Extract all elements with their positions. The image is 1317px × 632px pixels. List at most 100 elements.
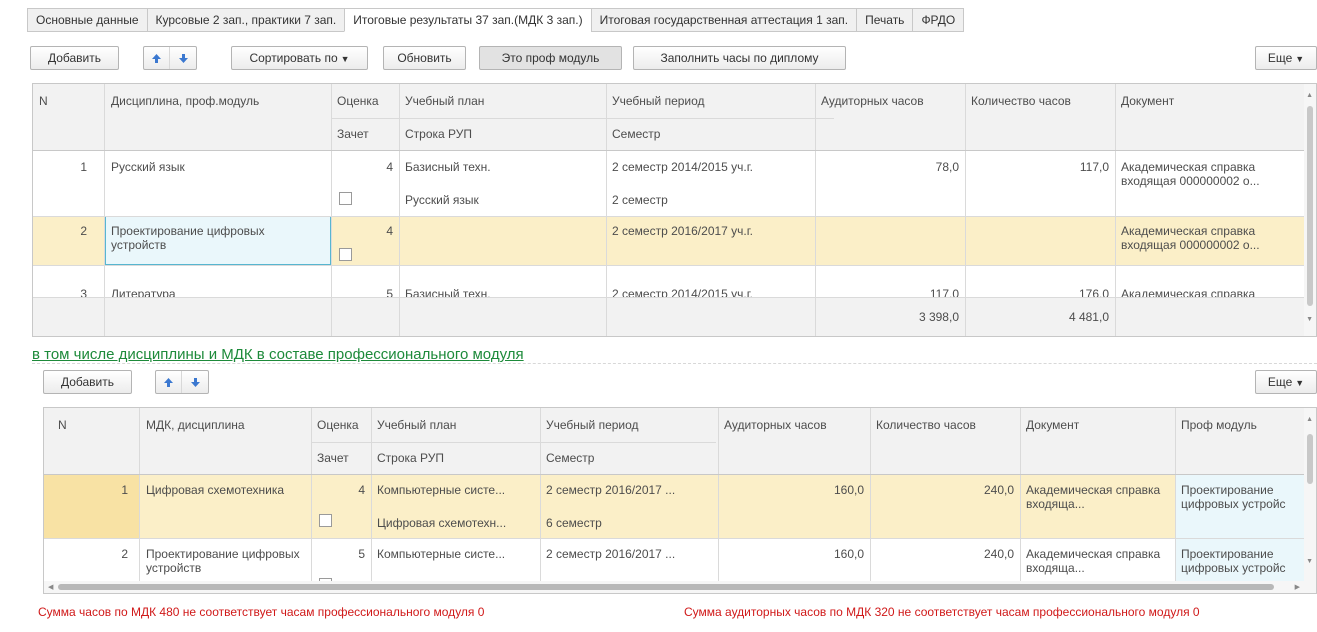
scroll-up-icon[interactable]: ▲ (1306, 416, 1313, 423)
discipline-cell[interactable]: Русский язык (105, 160, 191, 174)
col-header-plan[interactable]: Учебный план (399, 94, 490, 108)
plan-cell[interactable]: Компьютерные систе... (371, 547, 511, 561)
module-cell[interactable]: Проектирование цифровых устройс (1175, 547, 1305, 575)
move-down-button[interactable] (182, 371, 208, 393)
row-number[interactable]: 1 (44, 483, 134, 497)
period-cell[interactable]: 2 семестр 2014/2015 уч.г. (606, 287, 759, 297)
hours-cell[interactable]: 240,0 (870, 483, 1020, 497)
col-header-plan-row[interactable]: Строка РУП (399, 127, 478, 141)
plan-cell[interactable]: Базисный техн. (399, 287, 497, 297)
more-button-mdk[interactable]: Еще ▼ (1255, 370, 1317, 394)
period-cell[interactable]: 2 семестр 2016/2017 уч.г. (606, 224, 759, 238)
credit-checkbox[interactable] (339, 192, 352, 205)
prof-module-toggle[interactable]: Это проф модуль (479, 46, 622, 70)
sort-dropdown[interactable]: Сортировать по ▼ (231, 46, 368, 70)
mdk-cell[interactable]: Цифровая схемотехника (140, 483, 310, 497)
col-header-n[interactable]: N (52, 418, 73, 432)
tab-print[interactable]: Печать (856, 8, 913, 32)
tab-final-results[interactable]: Итоговые результаты 37 зап.(МДК 3 зап.) (344, 8, 591, 32)
semester-cell[interactable]: 2 семестр (606, 193, 674, 207)
col-header-hours[interactable]: Количество часов (965, 94, 1077, 108)
row-number[interactable]: 1 (33, 160, 93, 174)
hours-cell[interactable]: 117,0 (965, 160, 1115, 174)
refresh-button[interactable]: Обновить (383, 46, 466, 70)
scrollbar-thumb[interactable] (58, 584, 1274, 590)
col-header-module[interactable]: Проф модуль (1175, 418, 1263, 432)
col-header-semester[interactable]: Семестр (540, 451, 600, 465)
aud-hours-cell[interactable]: 160,0 (718, 547, 870, 561)
document-cell[interactable]: Академическая справка (1115, 287, 1261, 297)
discipline-cell[interactable]: Литература (105, 287, 182, 297)
col-header-hours[interactable]: Количество часов (870, 418, 982, 432)
col-header-credit[interactable]: Зачет (311, 451, 355, 465)
credit-checkbox[interactable] (339, 248, 352, 261)
semester-cell[interactable]: 6 семестр (540, 516, 608, 530)
move-up-button[interactable] (156, 371, 182, 393)
mdk-cell[interactable]: Проектирование цифровых устройств (140, 547, 310, 575)
col-header-mdk[interactable]: МДК, дисциплина (140, 418, 251, 432)
col-header-grade[interactable]: Оценка (331, 94, 385, 108)
credit-checkbox[interactable] (319, 514, 332, 527)
scroll-right-icon[interactable]: ▶ (1295, 583, 1300, 591)
document-cell[interactable]: Академическая справка входящая 000000002… (1115, 160, 1305, 188)
period-cell[interactable]: 2 семестр 2016/2017 ... (540, 547, 681, 561)
col-header-document[interactable]: Документ (1020, 418, 1085, 432)
add-button[interactable]: Добавить (30, 46, 119, 70)
tab-basic-data[interactable]: Основные данные (27, 8, 147, 32)
period-cell[interactable]: 2 семестр 2016/2017 ... (540, 483, 681, 497)
scrollbar-thumb[interactable] (1307, 434, 1313, 484)
plan-row-cell[interactable]: Русский язык (399, 193, 485, 207)
grade-cell[interactable]: 4 (311, 483, 371, 497)
col-header-semester[interactable]: Семестр (606, 127, 666, 141)
col-header-period[interactable]: Учебный период (540, 418, 645, 432)
scrollbar-thumb[interactable] (1307, 106, 1313, 306)
horizontal-scrollbar[interactable] (44, 581, 1304, 593)
row-number[interactable]: 2 (44, 547, 134, 561)
move-down-button[interactable] (170, 47, 196, 69)
tab-frdo[interactable]: ФРДО (912, 8, 965, 32)
col-header-document[interactable]: Документ (1115, 94, 1180, 108)
hours-cell[interactable]: 240,0 (870, 547, 1020, 561)
document-cell[interactable]: Академическая справка входяща... (1020, 483, 1170, 511)
aud-hours-cell[interactable]: 117,0 (815, 287, 965, 297)
col-header-aud-hours[interactable]: Аудиторных часов (718, 418, 833, 432)
plan-row-cell[interactable]: Цифровая схемотехн... (371, 516, 512, 530)
module-cell[interactable]: Проектирование цифровых устройс (1175, 483, 1305, 511)
discipline-cell[interactable]: Проектирование цифровых устройств (105, 224, 327, 252)
grade-cell[interactable]: 4 (331, 224, 399, 238)
hours-cell[interactable]: 176,0 (965, 287, 1115, 297)
tab-coursework[interactable]: Курсовые 2 зап., практики 7 зап. (146, 8, 345, 32)
row-number[interactable]: 2 (33, 224, 93, 238)
move-up-button[interactable] (144, 47, 170, 69)
scroll-down-icon[interactable]: ▼ (1306, 316, 1313, 323)
plan-cell[interactable]: Компьютерные систе... (371, 483, 511, 497)
row-number[interactable]: 3 (33, 287, 93, 297)
grade-cell[interactable]: 5 (311, 547, 371, 561)
vertical-scrollbar[interactable] (1304, 408, 1316, 593)
col-header-period[interactable]: Учебный период (606, 94, 711, 108)
fill-hours-button[interactable]: Заполнить часы по диплому (633, 46, 846, 70)
col-header-discipline[interactable]: Дисциплина, проф.модуль (105, 94, 265, 108)
aud-hours-cell[interactable]: 78,0 (815, 160, 965, 174)
scroll-down-icon[interactable]: ▼ (1306, 558, 1313, 565)
scroll-left-icon[interactable]: ◀ (48, 583, 53, 591)
scroll-up-icon[interactable]: ▲ (1306, 92, 1313, 99)
more-button[interactable]: Еще ▼ (1255, 46, 1317, 70)
vertical-scrollbar[interactable] (1304, 84, 1316, 336)
col-header-credit[interactable]: Зачет (331, 127, 375, 141)
plan-cell[interactable]: Базисный техн. (399, 160, 497, 174)
tab-state-certification[interactable]: Итоговая государственная аттестация 1 за… (590, 8, 857, 32)
document-cell[interactable]: Академическая справка входящая 000000002… (1115, 224, 1305, 252)
col-header-plan[interactable]: Учебный план (371, 418, 462, 432)
add-mdk-button[interactable]: Добавить (43, 370, 132, 394)
col-header-grade[interactable]: Оценка (311, 418, 365, 432)
prof-module-disciplines-link[interactable]: в том числе дисциплины и МДК в составе п… (32, 346, 524, 363)
grade-cell[interactable]: 5 (331, 287, 399, 297)
aud-hours-cell[interactable]: 160,0 (718, 483, 870, 497)
document-cell[interactable]: Академическая справка входяща... (1020, 547, 1170, 575)
col-header-aud-hours[interactable]: Аудиторных часов (815, 94, 930, 108)
period-cell[interactable]: 2 семестр 2014/2015 уч.г. (606, 160, 759, 174)
col-header-plan-row[interactable]: Строка РУП (371, 451, 450, 465)
col-header-n[interactable]: N (33, 94, 54, 108)
grade-cell[interactable]: 4 (331, 160, 399, 174)
